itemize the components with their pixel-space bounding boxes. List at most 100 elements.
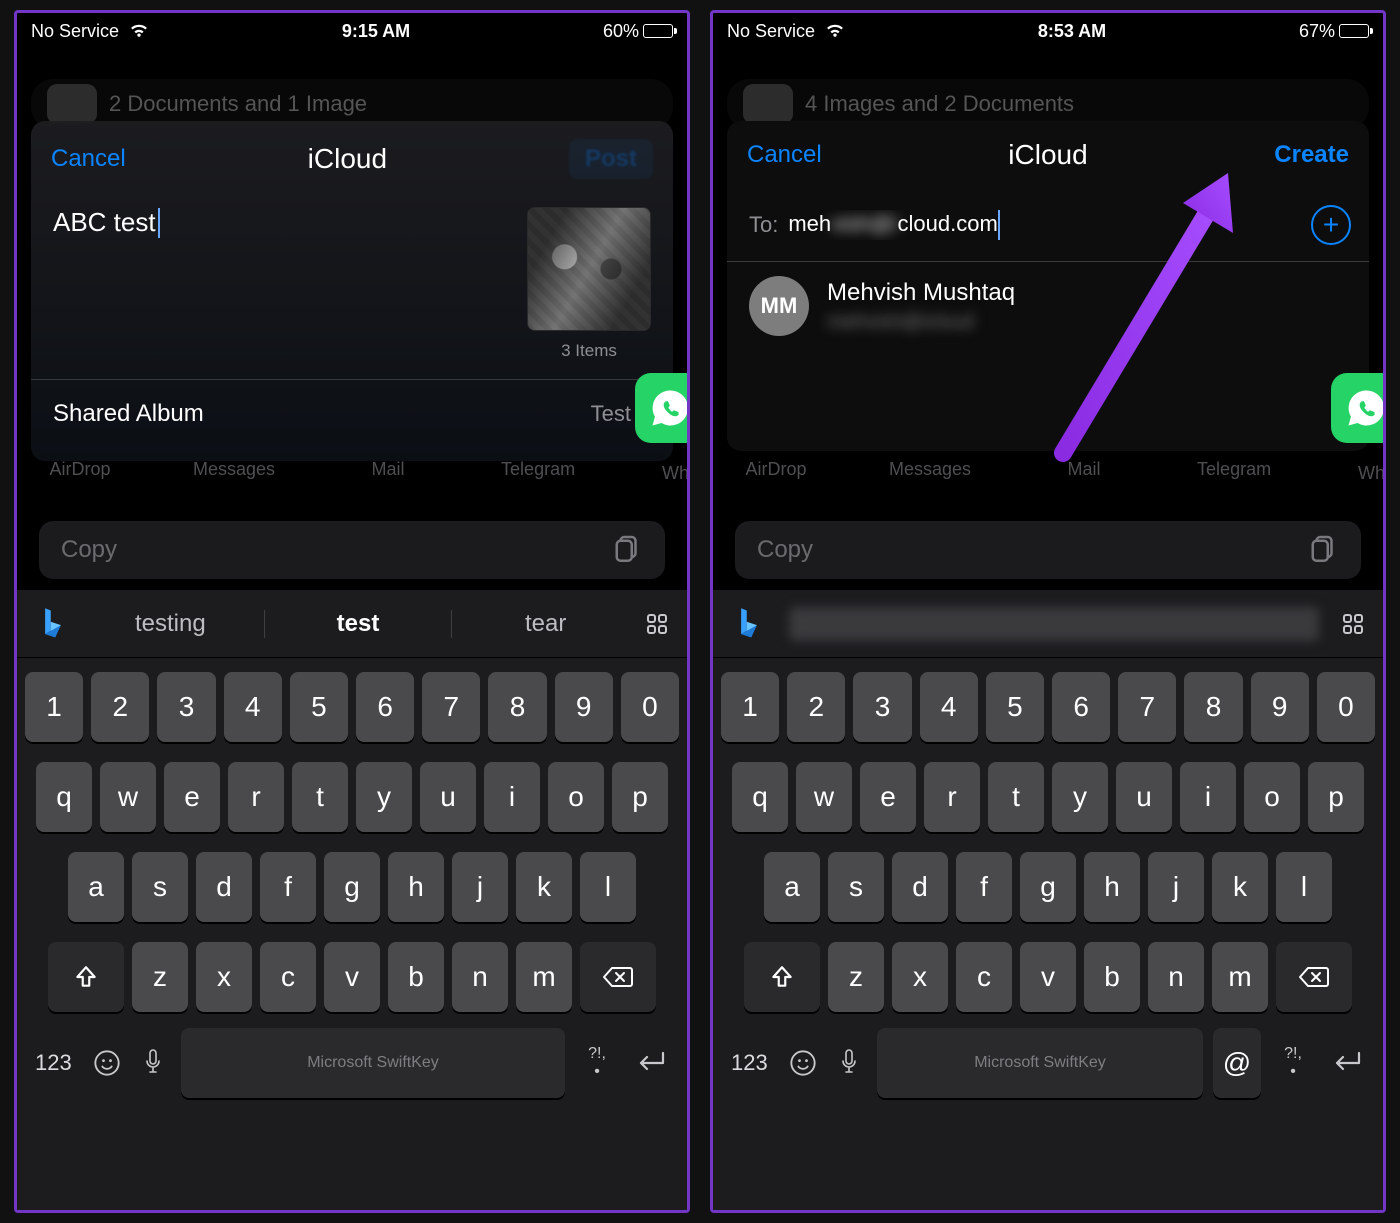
key-7[interactable]: 7 [422, 672, 480, 742]
key-a[interactable]: a [68, 852, 124, 922]
album-name-input[interactable]: ABC test [53, 207, 517, 238]
shift-key[interactable] [48, 942, 124, 1012]
mic-icon[interactable] [831, 1048, 867, 1078]
key-f[interactable]: f [260, 852, 316, 922]
key-6[interactable]: 6 [1052, 672, 1110, 742]
key-s[interactable]: s [828, 852, 884, 922]
key-x[interactable]: x [892, 942, 948, 1012]
key-d[interactable]: d [196, 852, 252, 922]
key-1[interactable]: 1 [721, 672, 779, 742]
key-r[interactable]: r [228, 762, 284, 832]
key-1[interactable]: 1 [25, 672, 83, 742]
key-u[interactable]: u [420, 762, 476, 832]
key-d[interactable]: d [892, 852, 948, 922]
emoji-icon[interactable] [89, 1049, 125, 1077]
key-a[interactable]: a [764, 852, 820, 922]
key-5[interactable]: 5 [986, 672, 1044, 742]
space-key[interactable]: Microsoft SwiftKey [877, 1028, 1203, 1098]
whatsapp-icon[interactable] [635, 373, 690, 443]
key-z[interactable]: z [132, 942, 188, 1012]
copy-row[interactable]: Copy [735, 521, 1361, 579]
key-y[interactable]: y [1052, 762, 1108, 832]
cancel-button[interactable]: Cancel [747, 141, 822, 169]
backspace-key[interactable] [580, 942, 656, 1012]
key-m[interactable]: m [516, 942, 572, 1012]
key-l[interactable]: l [1276, 852, 1332, 922]
share-airdrop[interactable]: AirDrop [741, 459, 811, 480]
share-telegram[interactable]: Telegram [1197, 459, 1271, 480]
key-5[interactable]: 5 [290, 672, 348, 742]
key-e[interactable]: e [860, 762, 916, 832]
key-9[interactable]: 9 [555, 672, 613, 742]
key-q[interactable]: q [36, 762, 92, 832]
key-b[interactable]: b [1084, 942, 1140, 1012]
key-i[interactable]: i [1180, 762, 1236, 832]
key-q[interactable]: q [732, 762, 788, 832]
share-messages[interactable]: Messages [889, 459, 971, 480]
punct-key[interactable]: ?!,• [575, 1045, 619, 1080]
key-g[interactable]: g [324, 852, 380, 922]
key-g[interactable]: g [1020, 852, 1076, 922]
at-key[interactable]: @ [1213, 1028, 1261, 1098]
keyboard-apps-icon[interactable] [639, 606, 675, 642]
key-k[interactable]: k [516, 852, 572, 922]
suggestion-1[interactable]: testing [77, 610, 264, 638]
to-input[interactable]: mehvish@icloud.com [788, 210, 1301, 240]
key-t[interactable]: t [292, 762, 348, 832]
key-o[interactable]: o [548, 762, 604, 832]
share-telegram[interactable]: Telegram [501, 459, 575, 480]
copy-row[interactable]: Copy [39, 521, 665, 579]
suggestion-2[interactable]: test [265, 610, 452, 638]
key-m[interactable]: m [1212, 942, 1268, 1012]
key-0[interactable]: 0 [1317, 672, 1375, 742]
key-4[interactable]: 4 [920, 672, 978, 742]
keyboard-apps-icon[interactable] [1335, 606, 1371, 642]
whatsapp-icon[interactable] [1331, 373, 1386, 443]
key-w[interactable]: w [796, 762, 852, 832]
key-3[interactable]: 3 [157, 672, 215, 742]
return-key[interactable] [629, 1047, 675, 1080]
contact-suggestion[interactable]: MM Mehvish Mushtaq mehvish@icloud [727, 262, 1369, 354]
key-8[interactable]: 8 [1184, 672, 1242, 742]
key-l[interactable]: l [580, 852, 636, 922]
share-messages[interactable]: Messages [193, 459, 275, 480]
key-c[interactable]: c [956, 942, 1012, 1012]
bing-icon[interactable] [29, 606, 77, 642]
key-3[interactable]: 3 [853, 672, 911, 742]
key-4[interactable]: 4 [224, 672, 282, 742]
key-t[interactable]: t [988, 762, 1044, 832]
key-p[interactable]: p [1308, 762, 1364, 832]
key-u[interactable]: u [1116, 762, 1172, 832]
share-airdrop[interactable]: AirDrop [45, 459, 115, 480]
key-j[interactable]: j [452, 852, 508, 922]
suggestion-3[interactable]: tear [452, 610, 639, 638]
keyboard-123-button[interactable]: 123 [35, 1050, 79, 1076]
key-x[interactable]: x [196, 942, 252, 1012]
key-c[interactable]: c [260, 942, 316, 1012]
backspace-key[interactable] [1276, 942, 1352, 1012]
shared-album-row[interactable]: Shared Album Test [31, 379, 673, 448]
key-i[interactable]: i [484, 762, 540, 832]
punct-key[interactable]: ?!,• [1271, 1045, 1315, 1080]
create-button[interactable]: Create [1274, 141, 1349, 169]
shift-key[interactable] [744, 942, 820, 1012]
return-key[interactable] [1325, 1047, 1371, 1080]
bing-icon[interactable] [725, 606, 773, 642]
key-s[interactable]: s [132, 852, 188, 922]
key-7[interactable]: 7 [1118, 672, 1176, 742]
key-y[interactable]: y [356, 762, 412, 832]
key-w[interactable]: w [100, 762, 156, 832]
key-k[interactable]: k [1212, 852, 1268, 922]
share-mail[interactable]: Mail [353, 459, 423, 480]
key-2[interactable]: 2 [91, 672, 149, 742]
mic-icon[interactable] [135, 1048, 171, 1078]
key-r[interactable]: r [924, 762, 980, 832]
keyboard-123-button[interactable]: 123 [731, 1050, 775, 1076]
key-v[interactable]: v [1020, 942, 1076, 1012]
key-n[interactable]: n [1148, 942, 1204, 1012]
key-v[interactable]: v [324, 942, 380, 1012]
add-contact-button[interactable]: + [1311, 205, 1351, 245]
emoji-icon[interactable] [785, 1049, 821, 1077]
share-mail[interactable]: Mail [1049, 459, 1119, 480]
cancel-button[interactable]: Cancel [51, 145, 126, 173]
